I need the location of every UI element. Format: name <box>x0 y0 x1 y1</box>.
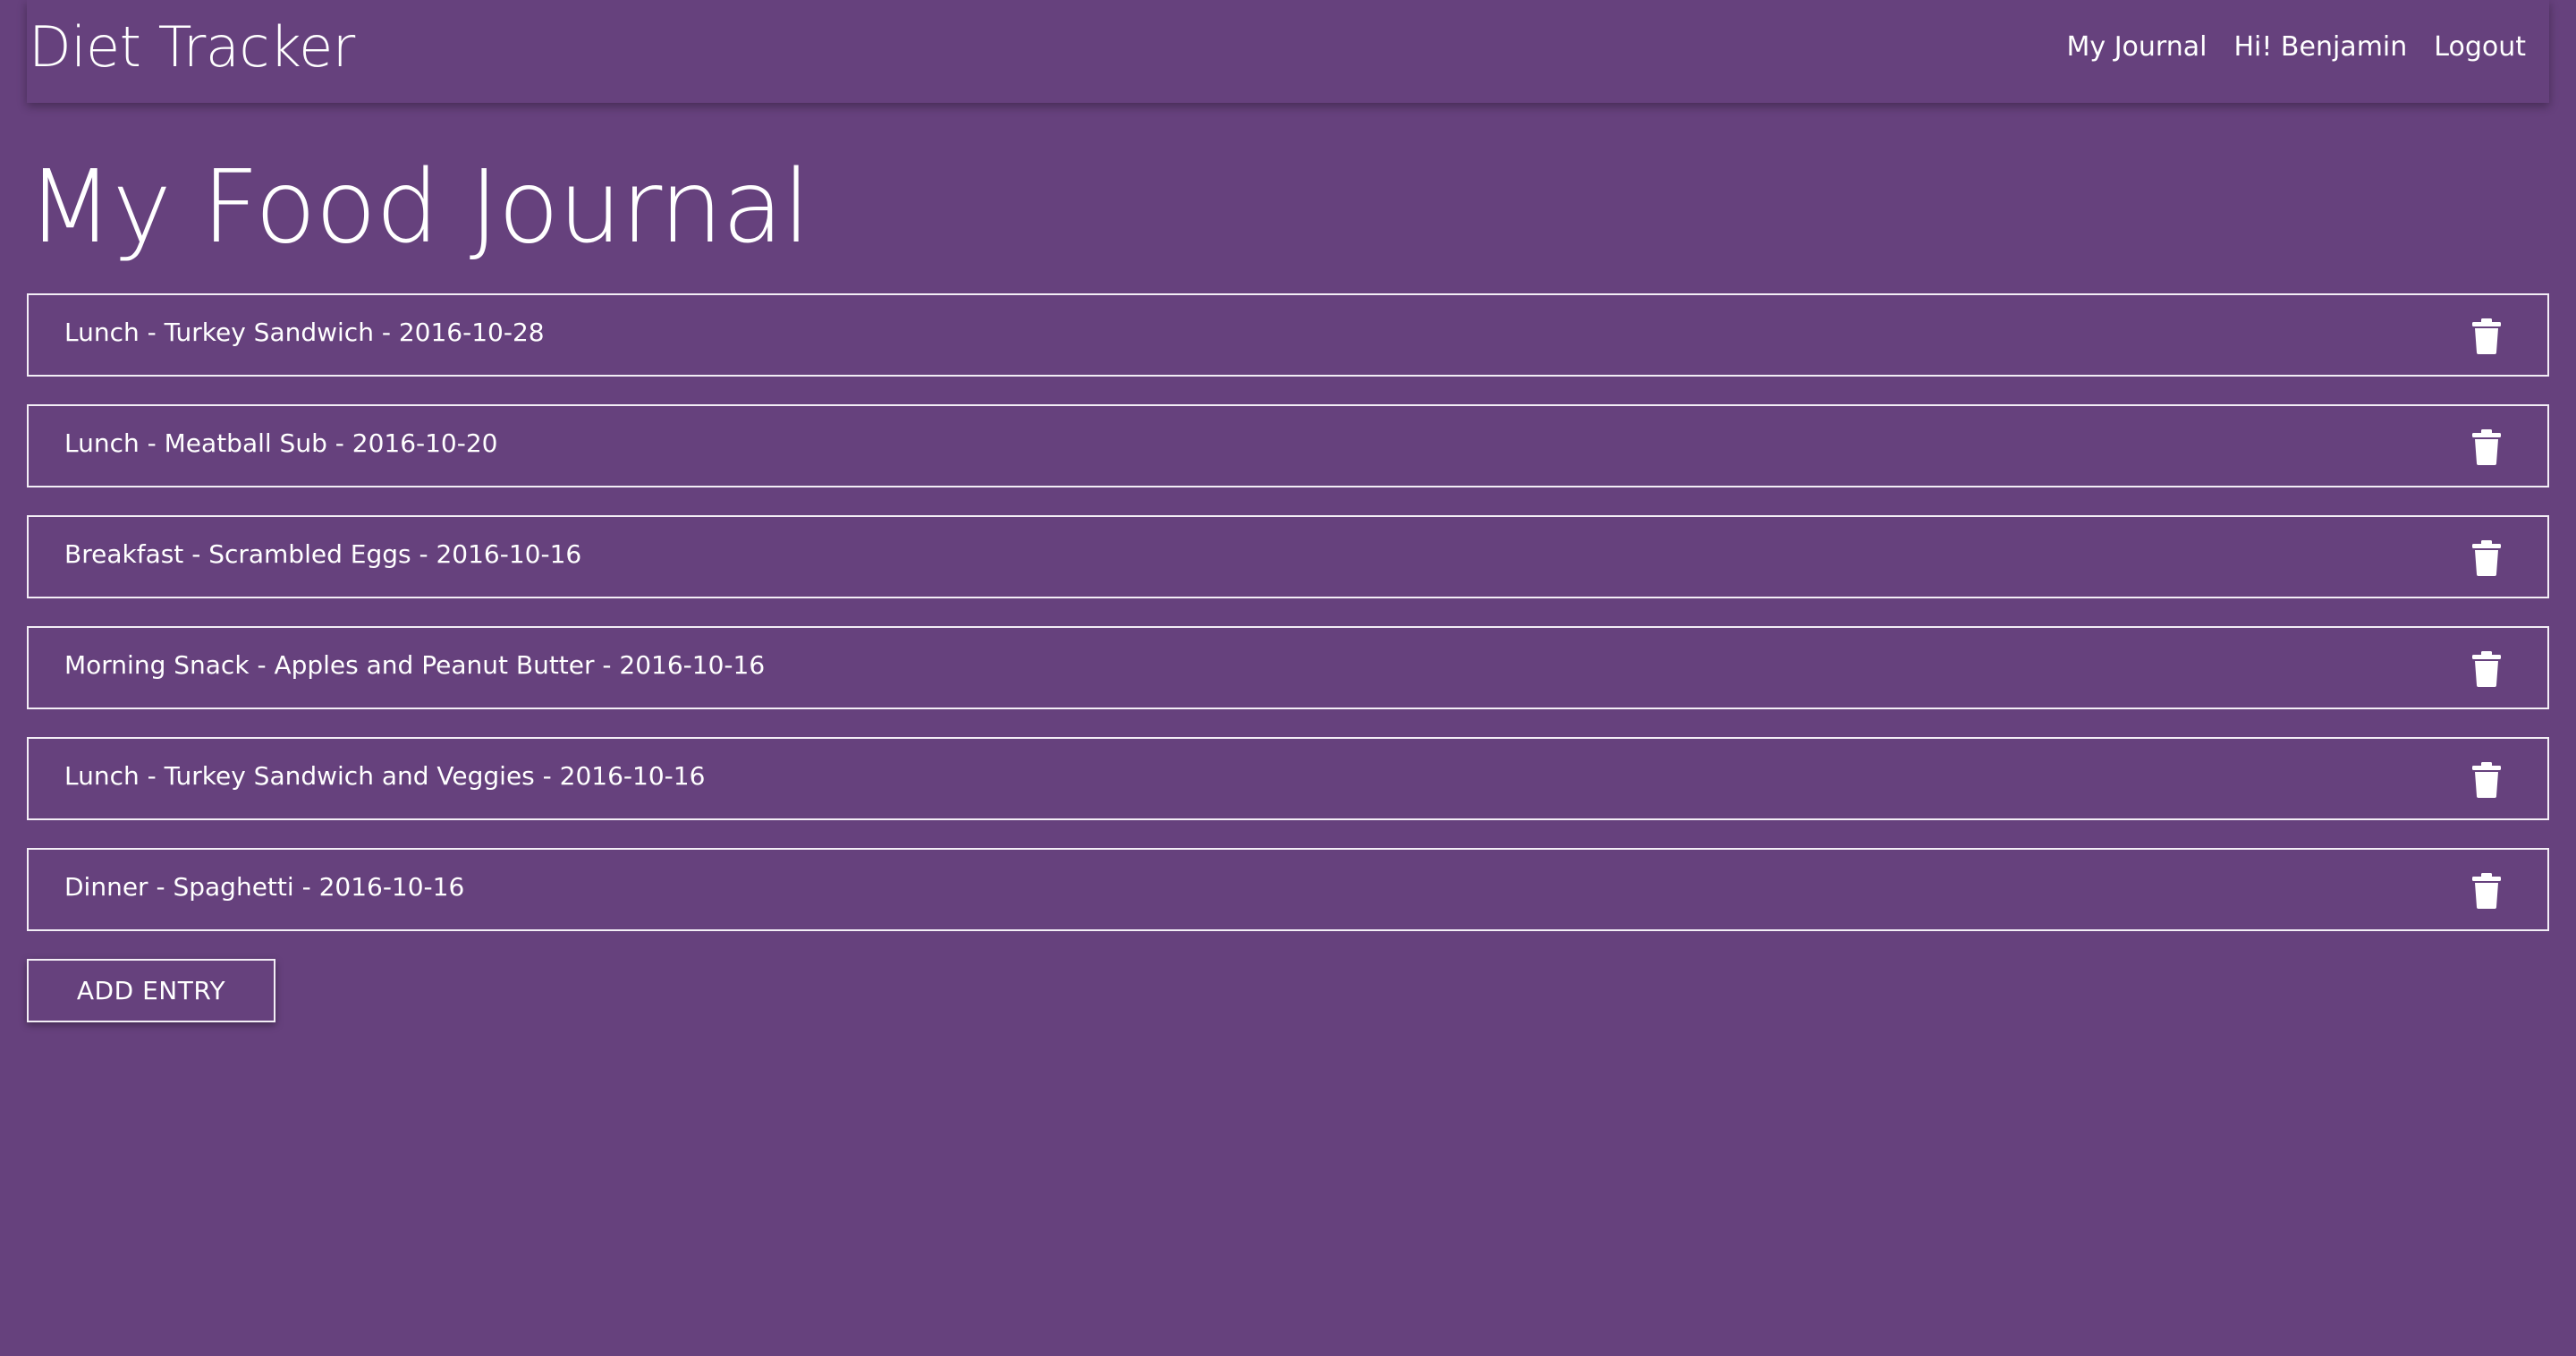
journal-entry-list: Lunch - Turkey Sandwich - 2016-10-28 Lun… <box>27 293 2549 959</box>
journal-entry-label: Morning Snack - Apples and Peanut Butter… <box>64 650 766 680</box>
journal-entry-label: Lunch - Meatball Sub - 2016-10-20 <box>64 428 498 458</box>
navbar: Diet Tracker My Journal Hi! Benjamin Log… <box>27 0 2549 103</box>
nav-link-logout[interactable]: Logout <box>2434 29 2526 66</box>
journal-entry[interactable]: Lunch - Turkey Sandwich - 2016-10-28 <box>27 293 2549 377</box>
journal-entry[interactable]: Lunch - Meatball Sub - 2016-10-20 <box>27 404 2549 487</box>
journal-entry[interactable]: Breakfast - Scrambled Eggs - 2016-10-16 <box>27 515 2549 598</box>
journal-entry-label: Dinner - Spaghetti - 2016-10-16 <box>64 872 465 902</box>
trash-icon[interactable] <box>2472 540 2501 576</box>
journal-entry-label: Lunch - Turkey Sandwich and Veggies - 20… <box>64 761 706 791</box>
journal-entry[interactable]: Morning Snack - Apples and Peanut Butter… <box>27 626 2549 709</box>
trash-icon[interactable] <box>2472 429 2501 465</box>
journal-entry[interactable]: Dinner - Spaghetti - 2016-10-16 <box>27 848 2549 931</box>
trash-icon[interactable] <box>2472 318 2501 354</box>
nav-link-user-greeting[interactable]: Hi! Benjamin <box>2233 29 2407 66</box>
trash-icon[interactable] <box>2472 873 2501 909</box>
journal-entry[interactable]: Lunch - Turkey Sandwich and Veggies - 20… <box>27 737 2549 820</box>
add-entry-button[interactable]: ADD ENTRY <box>27 959 275 1022</box>
journal-entry-label: Breakfast - Scrambled Eggs - 2016-10-16 <box>64 539 582 569</box>
journal-entry-label: Lunch - Turkey Sandwich - 2016-10-28 <box>64 318 545 347</box>
page-title: My Food Journal <box>27 149 810 266</box>
trash-icon[interactable] <box>2472 651 2501 687</box>
trash-icon[interactable] <box>2472 762 2501 798</box>
nav-link-my-journal[interactable]: My Journal <box>2067 29 2207 66</box>
brand-link[interactable]: Diet Tracker <box>29 13 355 82</box>
nav-links: My Journal Hi! Benjamin Logout <box>2040 29 2526 66</box>
